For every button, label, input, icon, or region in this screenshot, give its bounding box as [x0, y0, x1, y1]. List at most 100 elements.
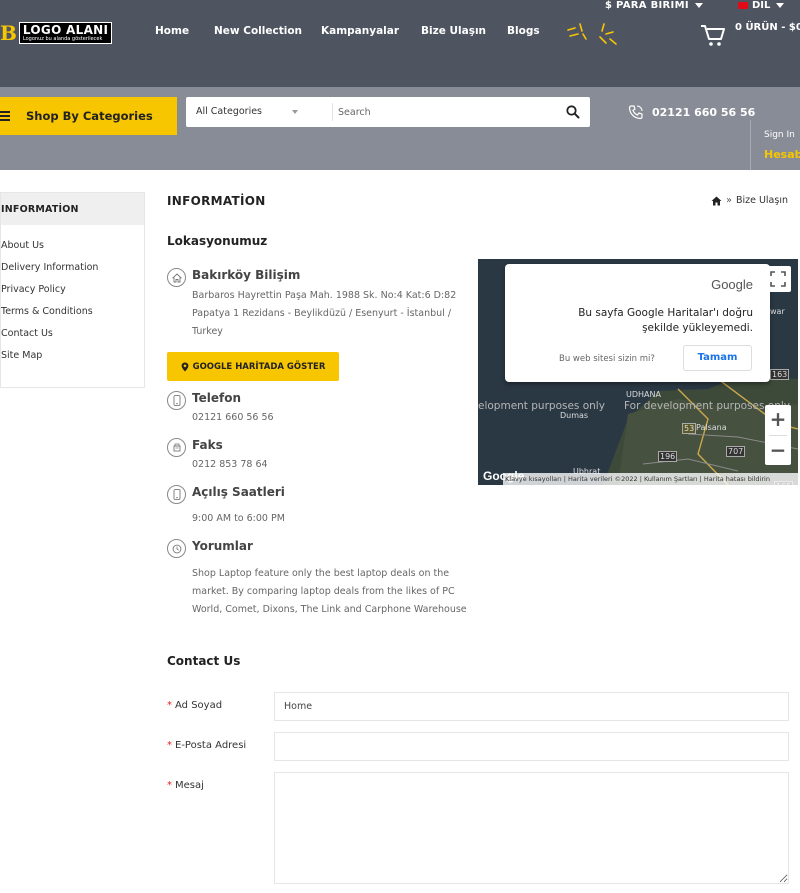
message-label-text: Mesaj	[175, 780, 204, 791]
comments-label: Yorumlar	[192, 539, 253, 553]
language-label: DİL	[752, 0, 771, 11]
nav-home[interactable]: Home	[155, 25, 189, 37]
breadcrumb-current[interactable]: Bize Ulaşın	[736, 195, 788, 206]
currency-dropdown[interactable]: $ PARA BİRİMİ	[605, 0, 703, 11]
nav-bize-ulasin[interactable]: Bize Ulaşın	[421, 25, 486, 37]
google-map[interactable]: elopment purposes only For development p…	[478, 259, 798, 485]
chevron-down-icon	[292, 110, 298, 114]
name-input[interactable]	[274, 692, 789, 721]
email-label-text: E-Posta Adresi	[175, 740, 247, 751]
sidebar-item-contact-us[interactable]: Contact Us	[1, 327, 144, 349]
chevron-down-icon	[776, 2, 785, 8]
name-label: * Ad Soyad	[167, 700, 222, 711]
menu-icon	[0, 111, 12, 121]
map-button-label: GOOGLE HARİTADA GÖSTER	[192, 361, 326, 372]
sidebar-item-terms-conditions[interactable]: Terms & Conditions	[1, 305, 144, 327]
map-marker-icon	[181, 362, 189, 371]
email-input[interactable]	[274, 732, 789, 761]
breadcrumb-separator: »	[726, 195, 732, 206]
currency-label: $ PARA BİRİMİ	[605, 0, 689, 11]
road-label-163: 163	[770, 369, 790, 380]
store-name: Bakırköy Bilişim	[192, 268, 301, 282]
sidebar-item-about-us[interactable]: About Us	[1, 239, 144, 261]
map-error-dialog: Google Bu sayfa Google Haritalar'ı doğru…	[505, 264, 770, 382]
fax-label: Faks	[192, 438, 223, 452]
home-icon[interactable]	[711, 196, 722, 206]
required-mark: *	[167, 700, 172, 711]
account-link[interactable]: Hesab	[764, 148, 800, 161]
mobile-phone-icon	[167, 391, 186, 410]
categories-button-label: Shop By Categories	[26, 109, 153, 123]
cart-icon	[701, 25, 725, 46]
sidebar-heading: INFORMATİON	[1, 193, 144, 225]
turkey-flag-icon	[738, 1, 748, 9]
map-attribution[interactable]: Klavye kısayolları | Harita verileri ©20…	[503, 473, 798, 485]
zoom-in-button[interactable]: +	[765, 405, 791, 435]
account-divider	[750, 120, 751, 170]
phone-value: 02121 660 56 56	[192, 412, 274, 423]
search-bar: All Categories	[186, 97, 590, 127]
search-icon[interactable]	[566, 105, 580, 119]
logo-title: LOGO ALANI	[22, 23, 109, 37]
header-phone-number: 02121 660 56 56	[652, 105, 756, 119]
sign-in-link[interactable]: Sign In	[764, 130, 795, 140]
map-error-message: Bu sayfa Google Haritalar'ı doğru şekild…	[578, 307, 753, 334]
phone-icon	[628, 105, 643, 120]
chevron-down-icon	[694, 2, 703, 8]
breadcrumb: » Bize Ulaşın	[711, 195, 788, 206]
place-label-dumas: Dumas	[560, 411, 589, 420]
comments-text: Shop Laptop feature only the best laptop…	[192, 568, 467, 615]
fax-value: 0212 853 78 64	[192, 459, 268, 470]
owner-question[interactable]: Bu web sitesi sizin mi?	[559, 354, 655, 364]
place-label-war: war	[770, 307, 785, 316]
zoom-controls: + −	[765, 405, 791, 465]
home-icon	[167, 268, 186, 287]
header-phone[interactable]: 02121 660 56 56	[628, 104, 755, 120]
fullscreen-button[interactable]	[765, 266, 791, 292]
nav-new-collection[interactable]: New Collection	[214, 25, 302, 37]
shop-by-categories-button[interactable]: Shop By Categories	[0, 97, 177, 135]
name-label-text: Ad Soyad	[175, 700, 223, 711]
fullscreen-icon	[770, 271, 786, 287]
search-divider	[332, 103, 333, 121]
logo-subtitle: Logonuz bu alanda gösterilecek	[22, 36, 103, 42]
zoom-out-button[interactable]: −	[765, 436, 791, 466]
nav-blogs[interactable]: Blogs	[507, 25, 540, 37]
road-label-196: 196	[658, 451, 678, 462]
place-label-palsana: Palsana	[696, 423, 727, 432]
site-logo[interactable]: B LOGO ALANI Logonuz bu alanda gösterile…	[0, 20, 113, 46]
contact-heading: Contact Us	[167, 654, 241, 668]
fax-icon	[167, 438, 186, 457]
logo-mark: B	[0, 21, 17, 45]
sidebar-item-delivery-information[interactable]: Delivery Information	[1, 261, 144, 283]
phone-label: Telefon	[192, 391, 241, 405]
store-address: Barbaros Hayrettin Paşa Mah. 1988 Sk. No…	[192, 290, 457, 337]
required-mark: *	[167, 740, 172, 751]
top-bar: $ PARA BİRİMİ DİL	[0, 0, 800, 16]
road-label-707: 707	[726, 446, 746, 457]
cart-button[interactable]: 0 ÜRÜN - $0,	[700, 20, 800, 50]
location-heading: Lokasyonumuz	[167, 234, 268, 248]
ok-button[interactable]: Tamam	[683, 345, 752, 371]
sidebar-item-privacy-policy[interactable]: Privacy Policy	[1, 283, 144, 305]
category-select[interactable]: All Categories	[196, 106, 262, 117]
opening-hours-value: 9:00 AM to 6:00 PM	[192, 513, 285, 524]
show-on-google-maps-button[interactable]: GOOGLE HARİTADA GÖSTER	[167, 352, 339, 381]
google-logo: Google	[711, 277, 753, 292]
clock-icon	[167, 539, 186, 558]
sidebar-item-site-map[interactable]: Site Map	[1, 349, 144, 371]
email-label: * E-Posta Adresi	[167, 740, 246, 751]
opening-hours-label: Açılış Saatleri	[192, 485, 285, 499]
page-title: INFORMATİON	[167, 194, 266, 208]
information-sidebar: INFORMATİON About Us Delivery Informatio…	[0, 192, 145, 388]
message-label: * Mesaj	[167, 780, 204, 791]
logo-box: LOGO ALANI Logonuz bu alanda gösterilece…	[18, 22, 113, 44]
language-dropdown[interactable]: DİL	[738, 0, 785, 11]
message-textarea[interactable]	[274, 772, 789, 884]
road-label-53: 53	[682, 423, 697, 434]
sparkle-icon	[567, 23, 617, 45]
cart-summary: 0 ÜRÜN - $0,	[735, 22, 800, 33]
nav-kampanyalar[interactable]: Kampanyalar	[321, 25, 399, 37]
search-input[interactable]	[338, 101, 548, 123]
sidebar-list: About Us Delivery Information Privacy Po…	[1, 225, 144, 371]
